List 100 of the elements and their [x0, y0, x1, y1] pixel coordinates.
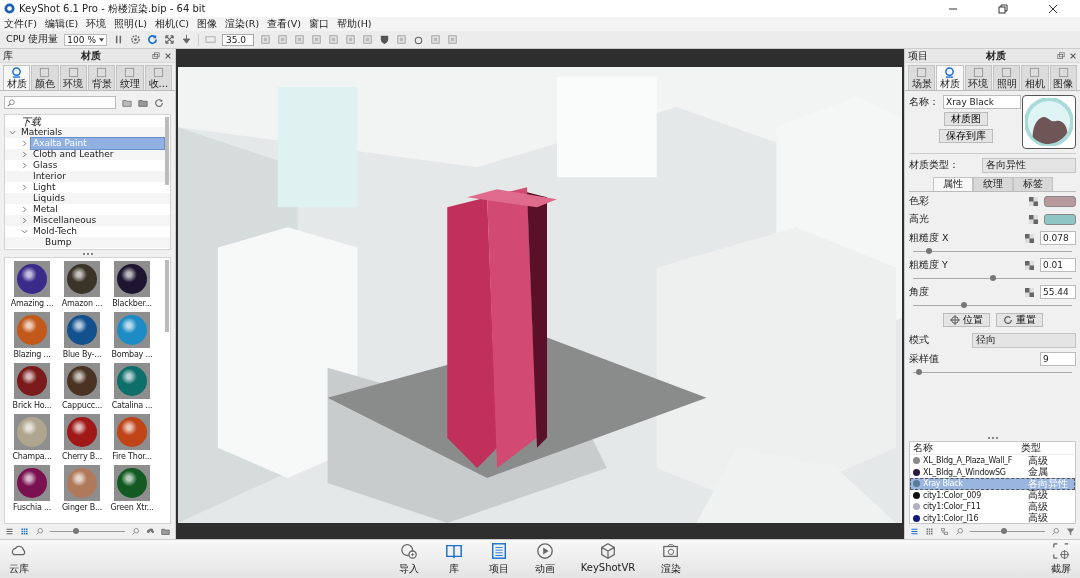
tree-toggle-icon[interactable] — [21, 162, 28, 169]
dock-button[interactable]: 截屏 — [1048, 542, 1074, 576]
slider-thumb[interactable] — [960, 302, 967, 308]
texture-map-icon[interactable] — [1025, 287, 1034, 297]
menu-item[interactable]: 渲染(R) — [225, 17, 260, 31]
project-tab[interactable]: 场景 — [908, 65, 936, 90]
property-tab[interactable]: 标签 — [1012, 177, 1053, 191]
name-field[interactable]: Xray Black — [943, 95, 1021, 109]
samples-field[interactable]: 9 — [1040, 352, 1076, 366]
slider-thumb[interactable] — [925, 248, 932, 254]
refresh-icon[interactable] — [154, 97, 164, 108]
folder-icon[interactable] — [161, 527, 170, 536]
tree-toggle-icon[interactable] — [21, 228, 28, 235]
gear-icon[interactable] — [129, 34, 141, 45]
slider-thumb[interactable] — [73, 528, 80, 534]
float-icon[interactable] — [1057, 51, 1065, 60]
close-icon[interactable] — [1069, 51, 1077, 60]
dock-button[interactable]: 导入 — [395, 542, 422, 576]
menu-item[interactable]: 图像 — [197, 17, 218, 31]
save-to-library-button[interactable]: 保存到库 — [938, 129, 993, 143]
library-tab[interactable]: 纹理 — [116, 65, 144, 90]
color-swatch[interactable] — [1044, 196, 1076, 207]
property-tab[interactable]: 属性 — [932, 177, 973, 191]
library-tab[interactable]: 收... — [144, 65, 172, 90]
material-row[interactable]: XL_Bldg_A_Plaza_Wall_F 高级 — [910, 455, 1075, 467]
dock-button[interactable]: 项目 — [485, 542, 512, 576]
tree-item[interactable]: Mold-Tech — [31, 226, 170, 237]
tree-item[interactable]: Metal — [31, 204, 170, 215]
list-view-icon[interactable] — [910, 527, 919, 536]
float-icon[interactable] — [152, 51, 160, 60]
material-type-dropdown[interactable]: 各向异性 — [982, 158, 1076, 173]
menu-item[interactable]: 编辑(E) — [44, 17, 79, 31]
property-tab[interactable]: 纹理 — [972, 177, 1013, 191]
material-row[interactable]: city1:Color_F11 高级 — [910, 501, 1075, 513]
material-row[interactable]: city1:Color_009 高级 — [910, 489, 1075, 501]
library-tab[interactable]: 环境 — [59, 65, 87, 90]
value-field[interactable]: 0.078 — [1040, 231, 1076, 245]
menu-item[interactable]: 照明(L) — [114, 17, 148, 31]
project-tab[interactable]: 相机 — [1021, 65, 1049, 90]
project-tab[interactable]: 环境 — [964, 65, 992, 90]
tree-toggle-icon[interactable] — [21, 151, 28, 158]
close-icon[interactable] — [164, 51, 172, 60]
tree-item[interactable]: 下载 — [19, 116, 170, 127]
tree-toggle-icon[interactable] — [21, 217, 28, 224]
grid-view-icon[interactable] — [20, 527, 29, 536]
tree-toggle-icon[interactable] — [9, 129, 16, 136]
texture-map-icon[interactable] — [1025, 260, 1034, 270]
menu-item[interactable]: 帮助(H) — [337, 17, 372, 31]
folder-icon[interactable] — [122, 97, 132, 108]
dock-button[interactable]: 云库 — [6, 542, 32, 576]
material-row[interactable]: XL_Bldg_A_WindowSG 金属 — [910, 466, 1075, 478]
tree-item[interactable]: Glass — [31, 160, 170, 171]
texture-map-icon[interactable] — [1025, 233, 1034, 243]
library-tab[interactable]: 背景 — [88, 65, 116, 90]
grid-view-icon[interactable] — [925, 527, 934, 536]
menu-item[interactable]: 相机(C) — [155, 17, 190, 31]
material-row[interactable]: city1:Color_I16 高级 — [910, 512, 1075, 523]
menu-item[interactable]: 文件(F) — [4, 17, 37, 31]
hierarchy-icon[interactable] — [940, 527, 949, 536]
dock-button[interactable]: KeyShotVR — [577, 542, 639, 576]
tree-toggle-icon[interactable] — [21, 206, 28, 213]
shield-icon[interactable] — [378, 34, 390, 45]
folder-icon[interactable] — [138, 97, 148, 108]
library-tab[interactable]: 颜色 — [31, 65, 59, 90]
menu-item[interactable]: 环境 — [86, 17, 107, 31]
material-graph-button[interactable]: 材质图 — [943, 112, 988, 126]
slider-thumb[interactable] — [989, 275, 996, 281]
dock-button[interactable]: 库 — [441, 542, 466, 576]
menu-item[interactable]: 窗口 — [309, 17, 329, 31]
position-button[interactable]: 位置 — [942, 313, 990, 327]
slider-thumb[interactable] — [1000, 528, 1007, 534]
project-tab[interactable]: 材质 — [936, 65, 964, 90]
tree-toggle-icon[interactable] — [21, 184, 28, 191]
filter-icon[interactable] — [1066, 527, 1075, 536]
color-swatch[interactable] — [1044, 214, 1076, 225]
zoom-in-icon[interactable] — [1051, 527, 1060, 536]
zoom-out-icon[interactable] — [955, 527, 964, 536]
texture-map-icon[interactable] — [1029, 197, 1038, 206]
value-field[interactable]: 55.44 — [1040, 285, 1076, 299]
list-view-icon[interactable] — [5, 527, 14, 536]
dock-button[interactable]: 渲染 — [658, 542, 685, 576]
reset-button[interactable]: 重置 — [995, 313, 1043, 327]
column-header[interactable]: 名称 — [910, 442, 1021, 455]
search-field[interactable] — [4, 96, 116, 109]
upload-icon[interactable] — [146, 527, 155, 536]
dock-button[interactable]: 动画 — [531, 542, 558, 576]
value-field[interactable]: 0.01 — [1040, 258, 1076, 272]
refresh-icon[interactable] — [146, 34, 158, 45]
expand-icon[interactable] — [163, 34, 175, 45]
mode-dropdown[interactable]: 径向 — [972, 333, 1076, 348]
zoom-out-icon[interactable] — [35, 527, 44, 536]
close-icon[interactable] — [1048, 3, 1058, 14]
focal-length-field[interactable]: 35.0 — [221, 33, 254, 46]
cpu-usage-dropdown[interactable]: 100 % — [64, 33, 107, 46]
zoom-in-icon[interactable] — [131, 527, 140, 536]
project-tab[interactable]: 照明 — [993, 65, 1021, 90]
texture-map-icon[interactable] — [1029, 215, 1038, 224]
tree-toggle-icon[interactable] — [21, 140, 28, 147]
slider-thumb[interactable] — [916, 369, 923, 375]
column-header[interactable]: 类型 — [1021, 442, 1075, 455]
